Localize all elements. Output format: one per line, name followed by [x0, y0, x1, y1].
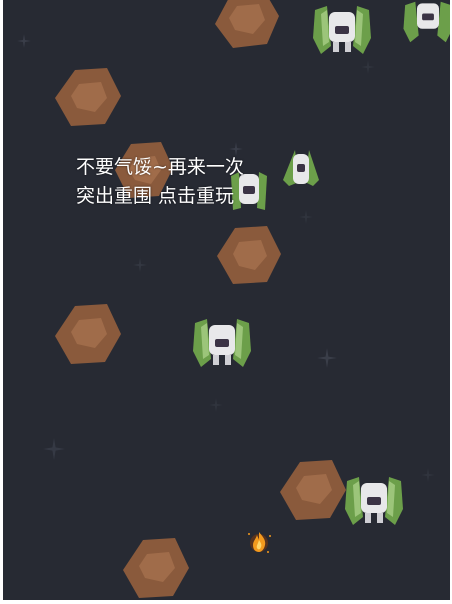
encouragement-text: 不要气馁~再来一次: [76, 156, 244, 178]
fighter-ship-icon: [283, 150, 319, 186]
star-icon: [361, 60, 375, 74]
star-icon: [133, 258, 147, 272]
asteroid-icon: [55, 68, 121, 126]
fighter-ship-icon: [403, 1, 450, 43]
fighter-ship-icon: [193, 319, 251, 367]
asteroid-icon: [280, 460, 346, 520]
asteroid-icon: [215, 0, 279, 48]
game-canvas[interactable]: 不要气馁~再来一次 突出重围 点击重玩: [3, 0, 450, 600]
star-icon: [209, 398, 223, 412]
restart-prompt-text[interactable]: 突出重围 点击重玩: [76, 182, 244, 211]
fighter-ship-icon: [313, 6, 371, 54]
fighter-ship-icon: [345, 477, 403, 525]
star-icon: [299, 210, 313, 224]
star-icon: [317, 348, 337, 368]
star-icon: [43, 438, 65, 460]
restart-message[interactable]: 不要气馁~再来一次 突出重围 点击重玩: [76, 153, 244, 211]
flame-icon: [248, 532, 271, 553]
asteroid-icon: [217, 226, 281, 284]
star-icon: [421, 468, 435, 482]
game-frame: 不要气馁~再来一次 突出重围 点击重玩: [0, 0, 452, 604]
asteroid-icon: [55, 304, 121, 364]
star-icon: [17, 34, 31, 48]
asteroid-icon: [123, 538, 189, 598]
